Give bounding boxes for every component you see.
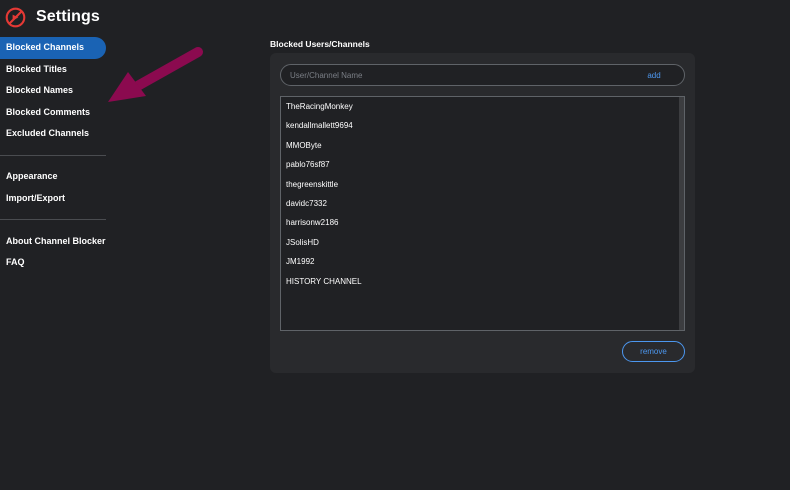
sidebar-divider xyxy=(0,154,106,156)
sidebar-item-faq[interactable]: FAQ xyxy=(0,252,106,274)
sidebar: Blocked Channels Blocked Titles Blocked … xyxy=(0,37,106,274)
list-item[interactable]: HISTORY CHANNEL xyxy=(281,272,679,291)
add-button[interactable]: add xyxy=(624,65,684,85)
list-item[interactable]: davidc7332 xyxy=(281,194,679,213)
arrow-annotation-icon xyxy=(108,47,203,102)
sidebar-item-blocked-names[interactable]: Blocked Names xyxy=(0,80,106,102)
list-scrollbar[interactable] xyxy=(679,97,684,330)
channel-blocker-logo-icon xyxy=(5,7,26,27)
sidebar-item-about[interactable]: About Channel Blocker xyxy=(0,231,106,253)
list-item[interactable]: JM1992 xyxy=(281,252,679,271)
list-item[interactable]: MMOByte xyxy=(281,136,679,155)
blocked-channels-panel: add TheRacingMonkey kendallmallett9694 M… xyxy=(270,53,695,373)
add-channel-form: add xyxy=(280,64,685,86)
list-item[interactable]: kendallmallett9694 xyxy=(281,116,679,135)
channel-name-input[interactable] xyxy=(290,65,610,85)
sidebar-item-appearance[interactable]: Appearance xyxy=(0,166,106,188)
list-item[interactable]: harrisonw2186 xyxy=(281,213,679,232)
sidebar-item-blocked-channels[interactable]: Blocked Channels xyxy=(0,37,106,59)
header: Settings xyxy=(5,6,100,28)
list-item[interactable]: pablo76sf87 xyxy=(281,155,679,174)
section-title: Blocked Users/Channels xyxy=(270,39,370,49)
sidebar-divider xyxy=(0,219,106,220)
page-title: Settings xyxy=(36,8,100,25)
sidebar-item-blocked-titles[interactable]: Blocked Titles xyxy=(0,59,106,81)
sidebar-item-excluded-channels[interactable]: Excluded Channels xyxy=(0,123,106,145)
remove-button[interactable]: remove xyxy=(622,341,685,362)
sidebar-item-blocked-comments[interactable]: Blocked Comments xyxy=(0,102,106,124)
settings-page: Settings Blocked Channels Blocked Titles… xyxy=(0,0,790,490)
list-scroll-area: TheRacingMonkey kendallmallett9694 MMOBy… xyxy=(281,97,679,330)
list-item[interactable]: thegreenskittle xyxy=(281,175,679,194)
sidebar-item-import-export[interactable]: Import/Export xyxy=(0,188,106,210)
list-item[interactable]: JSolisHD xyxy=(281,233,679,252)
blocked-channels-list[interactable]: TheRacingMonkey kendallmallett9694 MMOBy… xyxy=(280,96,685,331)
list-item[interactable]: TheRacingMonkey xyxy=(281,97,679,116)
